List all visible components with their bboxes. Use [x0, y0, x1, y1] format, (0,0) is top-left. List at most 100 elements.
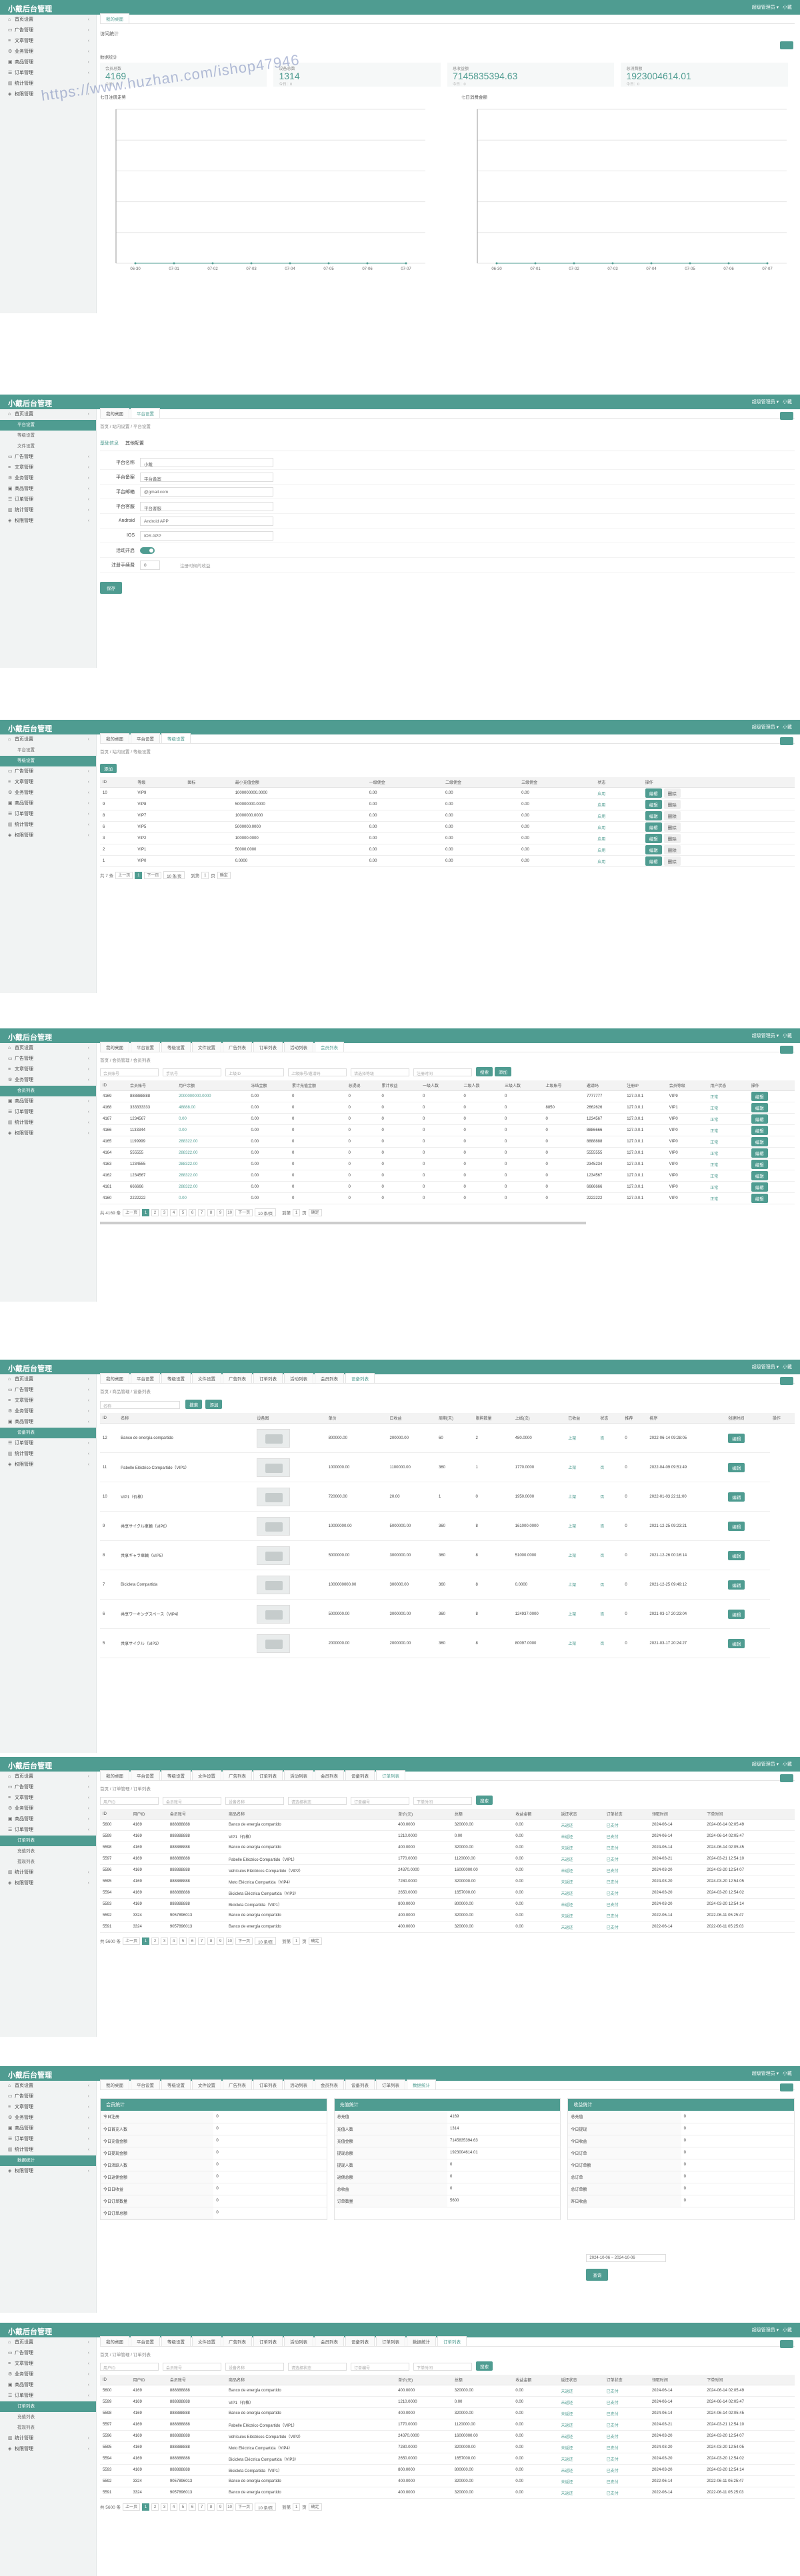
edit-button[interactable]: 编辑 — [751, 1171, 768, 1180]
per-page-select[interactable]: 10 条/页 — [255, 1208, 277, 1216]
confirm-button[interactable]: 确定 — [217, 871, 231, 879]
tab-item[interactable]: 活动列表 — [284, 1042, 313, 1052]
sidebar-item[interactable]: ▭ 广告管理 ‹ — [0, 2348, 96, 2359]
tab-item[interactable]: 订单列表 — [253, 1770, 283, 1780]
sidebar-item[interactable]: ☰ 订单管理 ‹ — [0, 2391, 96, 2401]
tab-item[interactable]: 平台设置 — [131, 408, 160, 418]
filter-input[interactable]: 下单时间 — [413, 1796, 472, 1805]
filter-button[interactable]: 添加 — [495, 1067, 511, 1076]
delete-button[interactable]: 删除 — [663, 834, 681, 843]
filter-button[interactable]: 搜索 — [476, 1796, 493, 1805]
save-button[interactable]: 保存 — [100, 582, 122, 594]
confirm-button[interactable]: 确定 — [308, 2503, 322, 2511]
field-input[interactable]: @gmail.com — [140, 487, 273, 497]
tab-item[interactable]: 文件设置 — [192, 1770, 221, 1780]
sidebar-subitem[interactable]: 设备列表 — [0, 1428, 96, 1438]
edit-button[interactable]: 编辑 — [645, 845, 662, 854]
next-page-button[interactable]: 下一页 — [144, 871, 162, 879]
sidebar-item[interactable]: ▭ 广告管理 ‹ — [0, 1782, 96, 1793]
edit-button[interactable]: 编辑 — [645, 800, 662, 809]
page-number[interactable]: 9 — [217, 1937, 225, 1945]
sidebar-item[interactable]: ◈ 权限管理 ‹ — [0, 516, 96, 527]
sidebar-item[interactable]: ☰ 订单管理 ‹ — [0, 809, 96, 820]
sidebar-item[interactable]: ⌂ 首页设置 ‹ — [0, 409, 96, 420]
sidebar-item[interactable]: ▣ 商品管理 ‹ — [0, 1417, 96, 1428]
tab-item[interactable]: 我的桌面 — [100, 2336, 129, 2346]
sidebar-subitem[interactable]: 提现列表 — [0, 2423, 96, 2433]
tab-item[interactable]: 会员列表 — [315, 2079, 344, 2089]
sidebar-item[interactable]: ⚙ 业务管理 ‹ — [0, 1406, 96, 1417]
refresh-button[interactable] — [780, 2340, 793, 2348]
sidebar-item[interactable]: ⚙ 业务管理 ‹ — [0, 2369, 96, 2380]
tab-item[interactable]: 数据统计 — [407, 2336, 436, 2346]
tab-item[interactable]: 广告列表 — [223, 2336, 252, 2346]
field-input[interactable]: IOS APP — [140, 531, 273, 541]
page-number[interactable]: 10 — [226, 1208, 234, 1216]
page-number[interactable]: 3 — [161, 2503, 169, 2511]
edit-button[interactable]: 编辑 — [645, 788, 662, 798]
page-number[interactable]: 8 — [207, 1937, 215, 1945]
confirm-button[interactable]: 确定 — [308, 1208, 322, 1216]
sidebar-item[interactable]: ⌂ 首页设置 ‹ — [0, 2337, 96, 2348]
sidebar-subitem[interactable]: 订单列表 — [0, 1836, 96, 1846]
sidebar-subitem[interactable]: 充值列表 — [0, 1846, 96, 1857]
goto-input[interactable]: 1 — [293, 1937, 301, 1945]
sidebar-subitem[interactable]: 平台设置 — [0, 745, 96, 756]
page-number[interactable]: 7 — [198, 1208, 206, 1216]
sidebar-item[interactable]: ⚙ 业务管理 ‹ — [0, 47, 96, 57]
sidebar-item[interactable]: ⌂ 首页设置 ‹ — [0, 1374, 96, 1385]
page-number[interactable]: 9 — [217, 2503, 225, 2511]
tab-item[interactable]: 订单列表 — [437, 2336, 467, 2346]
prev-page-button[interactable]: 上一页 — [123, 1937, 141, 1945]
query-button[interactable]: 查询 — [586, 2269, 609, 2281]
edit-button[interactable]: 编辑 — [751, 1126, 768, 1135]
sidebar-subitem[interactable]: 等级设置 — [0, 431, 96, 441]
edit-button[interactable]: 编辑 — [751, 1182, 768, 1192]
prev-page-button[interactable]: 上一页 — [115, 871, 133, 879]
field-input[interactable]: 平台备案 — [140, 472, 273, 482]
sidebar-item[interactable]: ▣ 商品管理 ‹ — [0, 2123, 96, 2134]
filter-input[interactable]: 用户ID — [100, 2362, 159, 2371]
tab-item[interactable]: 订单列表 — [376, 2336, 405, 2346]
delete-button[interactable]: 删除 — [663, 811, 681, 820]
edit-button[interactable]: 编辑 — [728, 1433, 745, 1443]
sidebar-item[interactable]: ☰ 订单管理 ‹ — [0, 1107, 96, 1118]
tab-item[interactable]: 我的桌面 — [100, 733, 129, 743]
delete-button[interactable]: 删除 — [663, 856, 681, 866]
tab-item[interactable]: 订单列表 — [253, 1042, 283, 1052]
page-number[interactable]: 10 — [226, 1937, 234, 1945]
tab-desktop[interactable]: 我的桌面 — [100, 13, 129, 23]
sidebar-item[interactable]: ⌂ 首页设置 ‹ — [0, 2081, 96, 2091]
sidebar-item[interactable]: ≡ 文章管理 ‹ — [0, 2359, 96, 2369]
goto-input[interactable]: 1 — [293, 2503, 301, 2511]
page-number[interactable]: 5 — [179, 1937, 187, 1945]
tab-item[interactable]: 平台设置 — [131, 1770, 160, 1780]
filter-input[interactable]: 上级ID — [225, 1068, 284, 1076]
tab-item[interactable]: 文件设置 — [192, 1042, 221, 1052]
sidebar-item[interactable]: ☰ 订单管理 ‹ — [0, 1438, 96, 1449]
filter-input[interactable]: 用户ID — [100, 1796, 159, 1805]
filter-input[interactable]: 会员账号 — [100, 1068, 159, 1076]
page-number[interactable]: 1 — [142, 1208, 150, 1216]
confirm-button[interactable]: 确定 — [308, 1937, 322, 1945]
admin-menu[interactable]: 超级管理员 ▾ 小戴 — [752, 4, 792, 11]
delete-button[interactable]: 删除 — [663, 822, 681, 832]
edit-button[interactable]: 编辑 — [751, 1092, 768, 1101]
per-page-select[interactable]: 10 条/页 — [255, 1937, 277, 1945]
sidebar-item[interactable]: ▭ 广告管理 ‹ — [0, 766, 96, 777]
edit-button[interactable]: 编辑 — [728, 1462, 745, 1472]
sidebar-subitem[interactable]: 提现列表 — [0, 1857, 96, 1868]
page-number[interactable]: 4 — [170, 1937, 178, 1945]
tab-item[interactable]: 广告列表 — [223, 1042, 252, 1052]
edit-button[interactable]: 编辑 — [728, 1638, 745, 1648]
sidebar-item[interactable]: ⌂ 首页设置 ‹ — [0, 734, 96, 745]
field-input[interactable]: Android APP — [140, 516, 273, 526]
page-number[interactable]: 9 — [217, 1208, 225, 1216]
filter-input[interactable]: 订单编号 — [351, 2362, 409, 2371]
sidebar-item[interactable]: ≡ 文章管理 ‹ — [0, 36, 96, 47]
page-number[interactable]: 6 — [189, 1208, 197, 1216]
sidebar-subitem[interactable]: 会员列表 — [0, 1086, 96, 1096]
edit-button[interactable]: 编辑 — [728, 1609, 745, 1619]
filter-input[interactable]: 订单编号 — [351, 1796, 409, 1805]
sidebar-item[interactable]: ≡ 文章管理 ‹ — [0, 1793, 96, 1804]
